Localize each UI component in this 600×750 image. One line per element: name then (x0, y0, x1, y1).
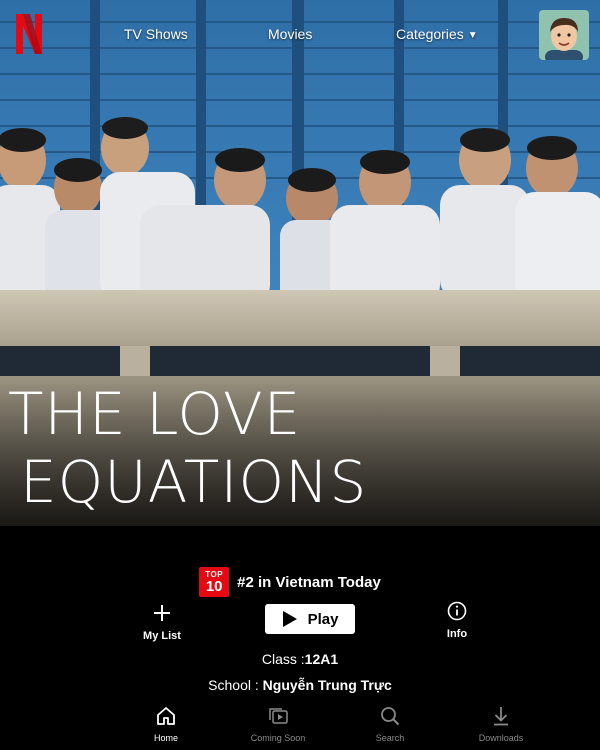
class-label: Class : (261, 651, 305, 667)
coming-soon-icon (267, 704, 289, 728)
netflix-logo-icon[interactable] (14, 12, 44, 56)
avatar-face-icon (539, 10, 589, 60)
tab-coming-soon-label: Coming Soon (250, 733, 306, 743)
class-line: Class :12A1 (0, 651, 600, 667)
rank-badge-row: TOP 10 #2 in Vietnam Today (0, 567, 600, 597)
nav-categories-label: Categories (396, 26, 464, 42)
tab-home[interactable]: Home (126, 704, 206, 743)
show-title-line-2: EQUATIONS (20, 448, 368, 516)
class-value: 12A1 (304, 651, 339, 667)
info-button[interactable]: Info (432, 600, 482, 640)
school-value: Nguyễn Trung Trực (262, 677, 392, 693)
my-list-label: My List (143, 630, 181, 642)
info-label: Info (446, 628, 468, 640)
play-label: Play (307, 610, 339, 628)
hero-artwork (0, 0, 600, 750)
tab-coming-soon[interactable]: Coming Soon (238, 704, 318, 743)
info-icon (447, 600, 467, 622)
play-icon (282, 611, 297, 627)
caret-down-icon: ▼ (467, 30, 478, 41)
profile-avatar[interactable] (539, 10, 589, 60)
school-label: School : (208, 677, 259, 693)
top10-number: 10 (205, 577, 223, 595)
tab-search[interactable]: Search (350, 704, 430, 743)
show-title-line-1: THE LOVE (8, 380, 302, 448)
nav-tv-shows[interactable]: TV Shows (124, 26, 188, 42)
rank-text: #2 in Vietnam Today (237, 573, 381, 591)
tab-search-label: Search (375, 733, 405, 743)
tab-downloads-label: Downloads (478, 733, 524, 743)
nav-movies[interactable]: Movies (268, 26, 312, 42)
search-icon (379, 704, 401, 728)
download-icon (490, 704, 512, 728)
plus-icon (152, 602, 172, 624)
bottom-tab-bar: Home Coming Soon Search Downloads (0, 700, 600, 750)
show-title: THE LOVE EQUATIONS (8, 380, 448, 516)
play-button[interactable]: Play (265, 604, 355, 634)
tab-downloads[interactable]: Downloads (461, 704, 541, 743)
tab-home-label: Home (153, 733, 178, 743)
top-nav: TV Shows Movies Categories ▼ (0, 0, 600, 70)
nav-categories[interactable]: Categories ▼ (396, 26, 478, 42)
school-line: School : Nguyễn Trung Trực (0, 677, 600, 693)
my-list-button[interactable]: My List (134, 602, 190, 642)
home-icon (155, 704, 177, 728)
top10-badge-icon: TOP 10 (199, 567, 230, 597)
